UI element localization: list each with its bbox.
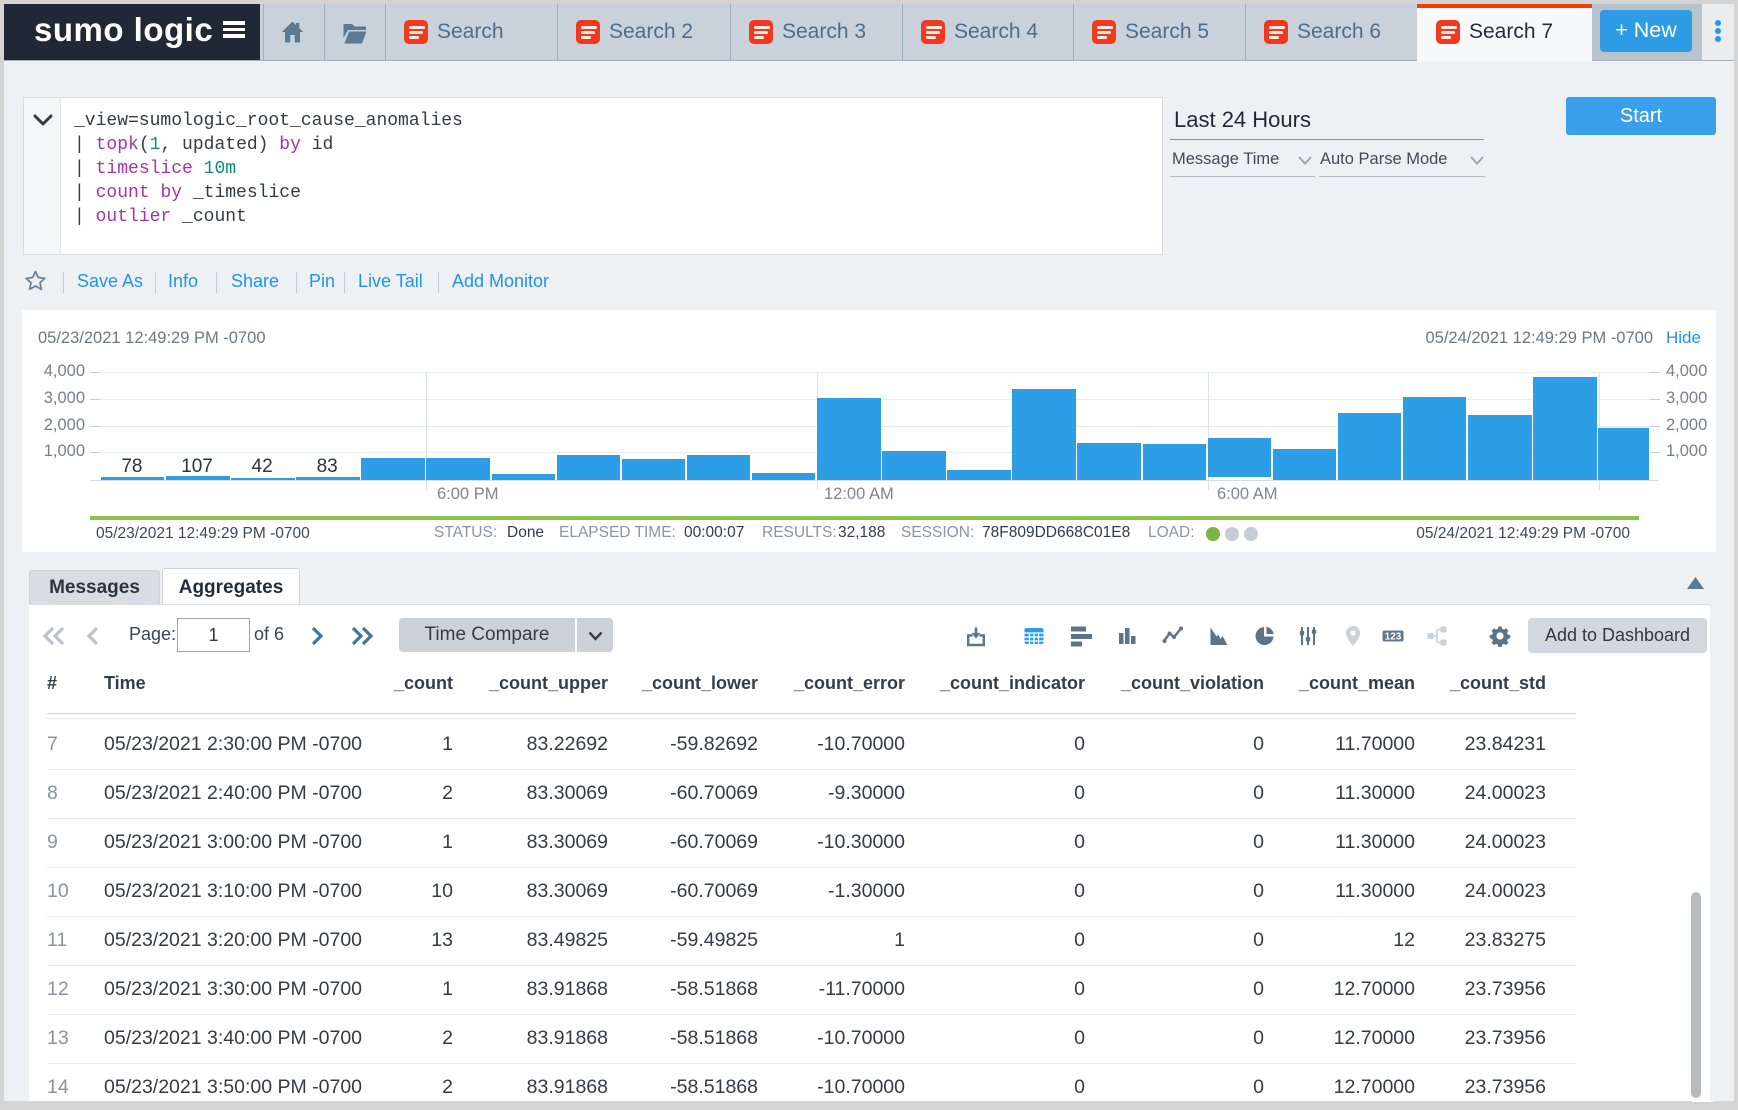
svg-text:123: 123	[1385, 631, 1402, 642]
